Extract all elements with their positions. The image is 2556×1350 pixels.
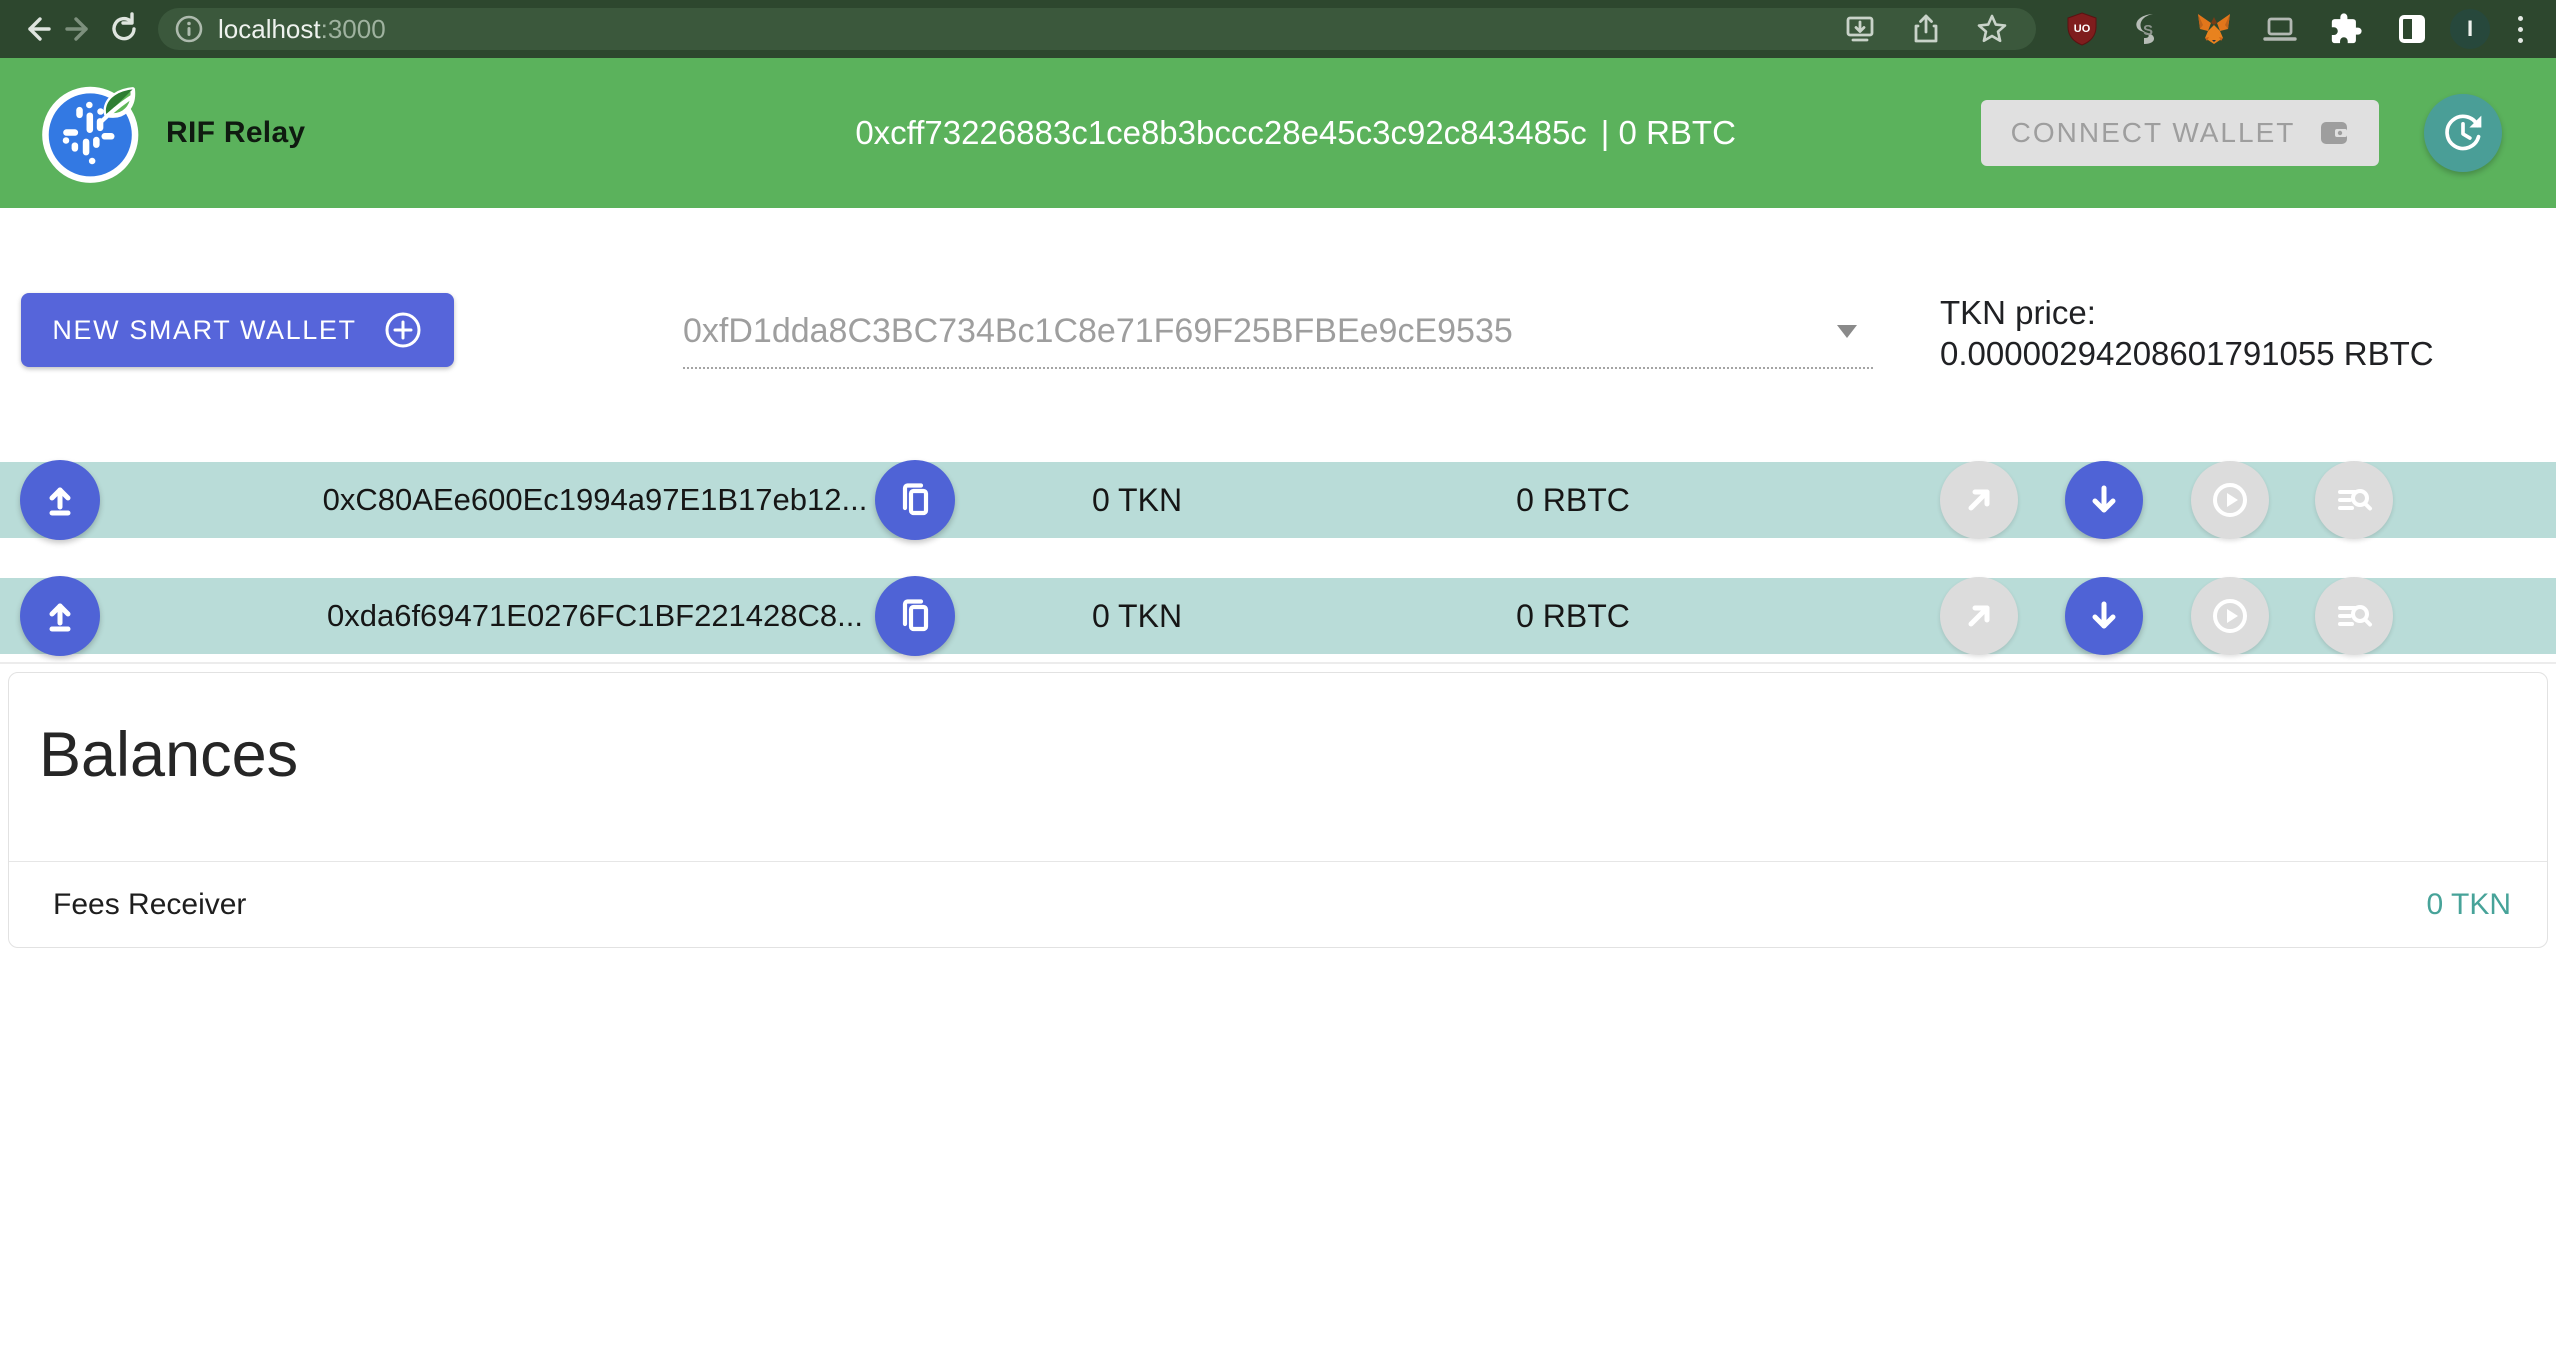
fox-icon <box>2195 11 2233 47</box>
browser-window: localhost:3000 UO S <box>0 0 2556 1350</box>
wallet-icon <box>2319 119 2349 147</box>
search-list-icon <box>2332 478 2376 522</box>
smart-wallet-row: 0xC80AEe600Ec1994a97E1B17eb12... 0 TKN 0… <box>0 462 2556 538</box>
fox-extension-button[interactable] <box>2194 9 2234 49</box>
url-host: localhost <box>218 14 321 44</box>
browser-toolbar: localhost:3000 UO S <box>0 0 2556 58</box>
profile-avatar[interactable]: I <box>2450 9 2490 49</box>
side-panel-button[interactable] <box>2392 9 2432 49</box>
url-port: :3000 <box>321 14 386 44</box>
search-list-icon <box>2332 594 2376 638</box>
shield-extension-button[interactable]: UO <box>2062 9 2102 49</box>
copy-address-button[interactable] <box>875 460 955 540</box>
url-text: localhost:3000 <box>218 14 386 45</box>
back-icon <box>19 12 53 46</box>
update-icon <box>2441 111 2485 155</box>
rif-relay-logo <box>38 77 150 189</box>
laptop-icon <box>2262 12 2298 46</box>
fees-receiver-value: 0 TKN <box>2427 888 2511 922</box>
play-circle-icon <box>2208 594 2252 638</box>
connect-wallet-button[interactable]: CONNECT WALLET <box>1981 100 2379 166</box>
forward-icon <box>63 12 97 46</box>
install-app-button[interactable] <box>1840 9 1880 49</box>
profile-initial: I <box>2467 16 2473 42</box>
tkn-price-value: 0.00000294208601791055 RBTC <box>1940 333 2434 374</box>
address-bar[interactable]: localhost:3000 <box>158 8 2036 50</box>
copy-icon <box>893 478 937 522</box>
relay-button[interactable] <box>2191 461 2269 539</box>
bookmark-star-icon <box>1975 12 2009 46</box>
puzzle-icon <box>2329 12 2363 46</box>
reload-icon <box>107 12 141 46</box>
deploy-wallet-button[interactable] <box>20 460 100 540</box>
ublock-shield-icon: UO <box>2064 11 2100 47</box>
relay-button[interactable] <box>2191 577 2269 655</box>
deploy-wallet-button[interactable] <box>20 576 100 656</box>
install-app-icon <box>1843 12 1877 46</box>
arrow-down-icon <box>2082 478 2126 522</box>
upload-icon <box>38 594 82 638</box>
laptop-extension-button[interactable] <box>2260 9 2300 49</box>
app-title: RIF Relay <box>166 116 305 150</box>
s-extension-button[interactable]: S <box>2128 9 2168 49</box>
connect-wallet-label: CONNECT WALLET <box>2011 117 2296 149</box>
copy-address-button[interactable] <box>875 576 955 656</box>
account-address: 0xcff73226883c1ce8b3bccc28e45c3c92c84348… <box>855 114 1586 152</box>
site-info-icon[interactable] <box>174 14 204 44</box>
smart-wallet-select[interactable]: 0xfD1dda8C3BC734Bc1C8e71F69F25BFBEe9cE95… <box>683 295 1873 369</box>
deposit-button[interactable] <box>2065 461 2143 539</box>
forward-button[interactable] <box>58 7 102 51</box>
fees-receiver-label: Fees Receiver <box>53 888 246 922</box>
new-smart-wallet-button[interactable]: NEW SMART WALLET <box>21 293 454 367</box>
account-balance: | 0 RBTC <box>1601 114 1736 152</box>
back-button[interactable] <box>14 7 58 51</box>
arrow-down-icon <box>2082 594 2126 638</box>
s-extension-icon: S <box>2131 12 2165 46</box>
balances-title: Balances <box>39 719 298 791</box>
transfer-button[interactable] <box>1940 461 2018 539</box>
extension-area: UO S <box>2062 9 2432 49</box>
upload-icon <box>38 478 82 522</box>
table-row: Fees Receiver 0 TKN <box>9 861 2547 947</box>
menu-dots-icon <box>2518 16 2523 43</box>
ublock-label: UO <box>2074 23 2091 35</box>
connected-account: 0xcff73226883c1ce8b3bccc28e45c3c92c84348… <box>855 114 1736 152</box>
refresh-button[interactable] <box>2424 94 2502 172</box>
balances-card: Balances Fees Receiver 0 TKN <box>8 672 2548 948</box>
transfer-button[interactable] <box>1940 577 2018 655</box>
bookmark-button[interactable] <box>1972 9 2012 49</box>
wallet-rbtc-balance: 0 RBTC <box>1516 462 1630 538</box>
plus-circle-icon <box>383 310 423 350</box>
play-circle-icon <box>2208 478 2252 522</box>
chevron-down-icon <box>1837 325 1857 338</box>
app-header: RIF Relay 0xcff73226883c1ce8b3bccc28e45c… <box>0 58 2556 208</box>
arrow-up-right-icon <box>1957 594 2001 638</box>
inspect-transactions-button[interactable] <box>2315 461 2393 539</box>
share-button[interactable] <box>1906 9 1946 49</box>
share-icon <box>1909 12 1943 46</box>
arrow-up-right-icon <box>1957 478 2001 522</box>
reload-button[interactable] <box>102 7 146 51</box>
smart-wallet-select-value: 0xfD1dda8C3BC734Bc1C8e71F69F25BFBEe9cE95… <box>683 312 1513 351</box>
wallet-rbtc-balance: 0 RBTC <box>1516 578 1630 654</box>
header-actions: CONNECT WALLET <box>1981 94 2502 172</box>
s-label: S <box>2143 22 2153 39</box>
inspect-transactions-button[interactable] <box>2315 577 2393 655</box>
new-smart-wallet-label: NEW SMART WALLET <box>52 315 356 346</box>
wallet-tkn-balance: 0 TKN <box>1092 578 1182 654</box>
deposit-button[interactable] <box>2065 577 2143 655</box>
brand: RIF Relay <box>38 77 305 189</box>
address-bar-actions <box>1840 9 2020 49</box>
section-divider <box>0 662 2556 664</box>
smart-wallet-row: 0xda6f69471E0276FC1BF221428C8... 0 TKN 0… <box>0 578 2556 654</box>
copy-icon <box>893 594 937 638</box>
tkn-price: TKN price: 0.00000294208601791055 RBTC <box>1940 292 2434 374</box>
side-panel-icon <box>2395 12 2429 46</box>
browser-menu-button[interactable] <box>2498 7 2542 51</box>
wallet-tkn-balance: 0 TKN <box>1092 462 1182 538</box>
tkn-price-label: TKN price: <box>1940 292 2434 333</box>
extensions-menu-button[interactable] <box>2326 9 2366 49</box>
